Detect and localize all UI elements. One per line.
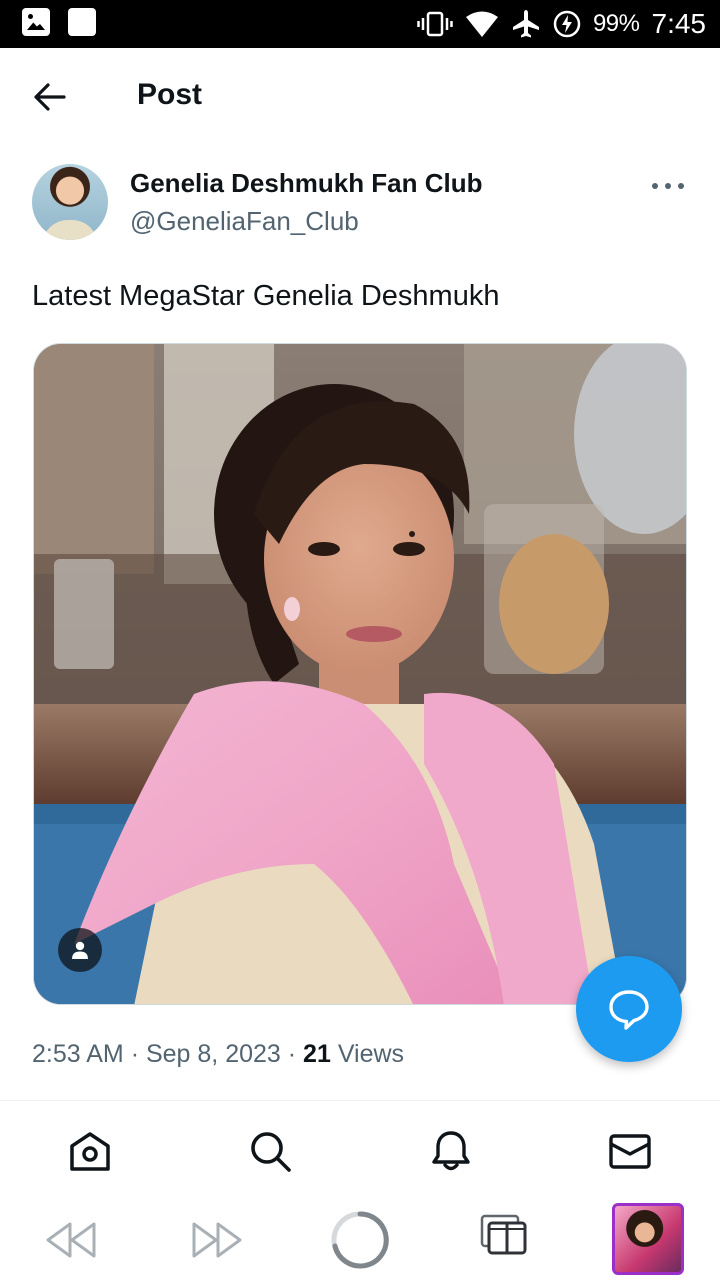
reply-fab-button[interactable] — [576, 956, 682, 1062]
notification-icon — [68, 8, 96, 36]
tagged-person-icon[interactable] — [58, 928, 102, 972]
clock-time: 7:45 — [651, 8, 707, 39]
home-icon[interactable] — [68, 1129, 112, 1173]
notifications-bell-icon[interactable] — [429, 1129, 473, 1173]
post-text: Latest MegaStar Genelia Deshmukh — [32, 280, 500, 312]
post-author: Genelia Deshmukh Fan Club @GeneliaFan_Cl… — [32, 164, 688, 244]
meta-separator: · — [130, 1040, 140, 1068]
tab-thumbnail[interactable] — [612, 1203, 684, 1275]
avatar[interactable] — [32, 164, 108, 240]
back-arrow-icon[interactable] — [30, 80, 70, 114]
fast-forward-icon[interactable] — [190, 1220, 244, 1260]
post-time: 2:53 AM — [32, 1040, 124, 1068]
messages-envelope-icon[interactable] — [608, 1129, 652, 1173]
status-bar: 99% 7:45 — [0, 0, 720, 48]
post-image[interactable] — [33, 343, 687, 1005]
post-meta: 2:53 AM · Sep 8, 2023 · 21 Views — [32, 1040, 404, 1069]
airplane-icon — [512, 10, 539, 38]
bottom-nav — [0, 1101, 720, 1199]
loading-spinner-icon[interactable] — [330, 1210, 390, 1270]
author-name[interactable]: Genelia Deshmukh Fan Club — [130, 168, 483, 199]
author-handle[interactable]: @GeneliaFan_Club — [130, 206, 359, 237]
tabs-icon[interactable] — [480, 1214, 528, 1256]
views-count[interactable]: 21 — [303, 1040, 331, 1068]
post-date: Sep 8, 2023 — [145, 1040, 281, 1068]
page-title: Post — [137, 78, 203, 111]
browser-bar — [0, 1200, 720, 1280]
battery-percentage: 99% — [592, 10, 640, 37]
post-header: Post — [0, 48, 720, 146]
reply-bubble-icon — [609, 990, 649, 1030]
search-icon[interactable] — [248, 1129, 292, 1173]
views-label: Views — [337, 1040, 405, 1068]
more-options-icon[interactable] — [652, 180, 684, 192]
wifi-icon — [465, 11, 498, 37]
rewind-icon[interactable] — [44, 1220, 98, 1260]
battery-charging-icon — [553, 10, 581, 38]
meta-separator: · — [287, 1040, 297, 1068]
vibrate-icon — [417, 11, 453, 37]
gallery-icon — [22, 8, 50, 36]
